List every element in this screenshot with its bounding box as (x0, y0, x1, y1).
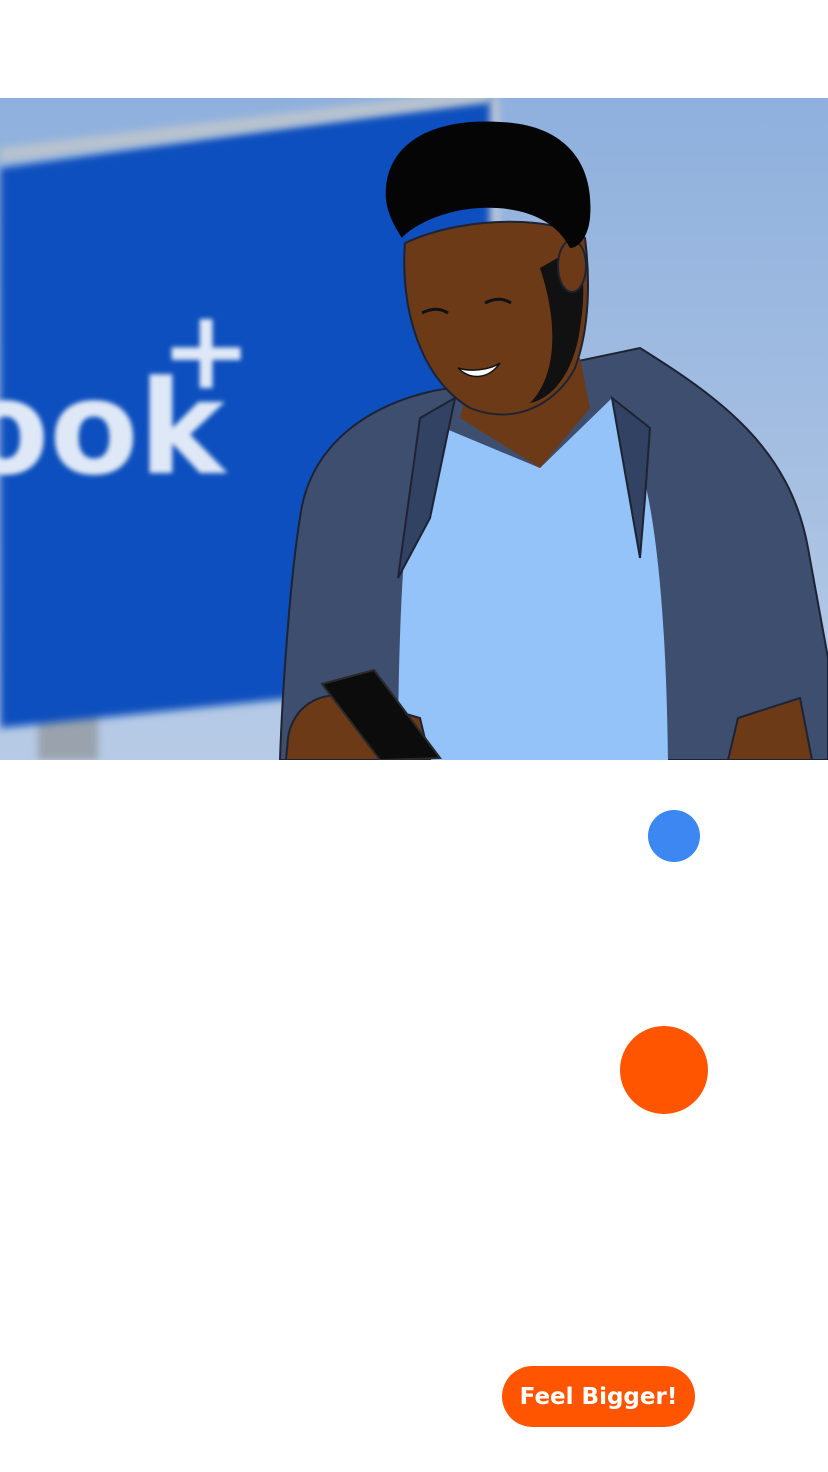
hero-illustration: ook + (0, 98, 828, 760)
hero-image: ook + (0, 98, 828, 760)
orange-dot-indicator (620, 1026, 708, 1114)
blue-dot-indicator (648, 810, 700, 862)
feel-bigger-button[interactable]: Feel Bigger! (502, 1366, 695, 1427)
sign-plus: + (160, 286, 252, 414)
